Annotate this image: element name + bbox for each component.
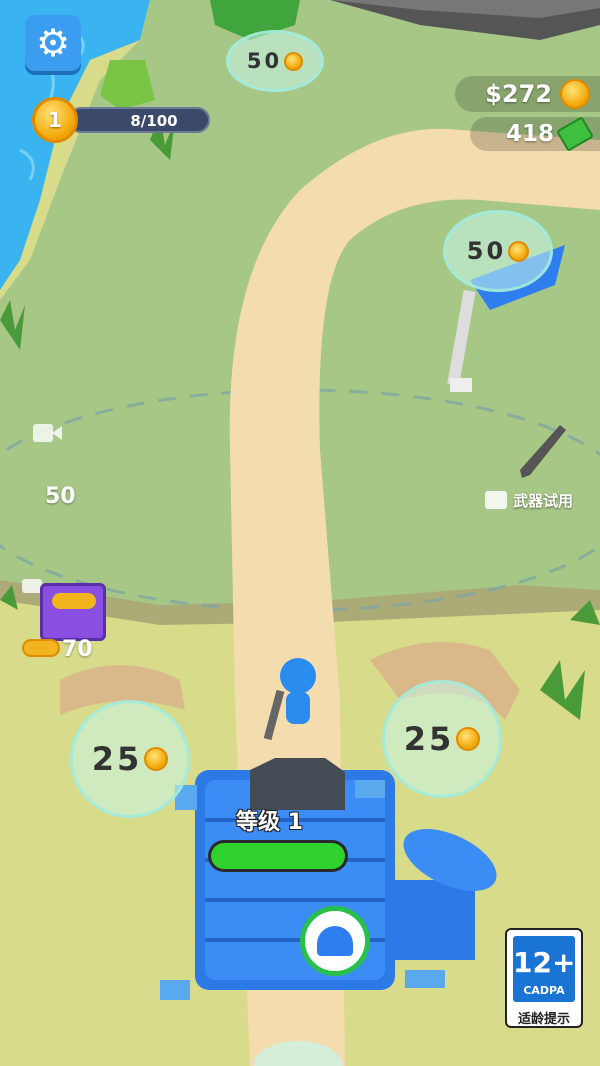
unlock-cost: 25 — [91, 740, 143, 778]
unlock-circle-flag[interactable]: 50 — [443, 210, 553, 292]
base-health-bar — [208, 840, 348, 872]
coin-icon — [508, 240, 530, 262]
rating-org: CADPA — [523, 984, 565, 997]
cash-value: 418 — [505, 121, 554, 147]
cash-icon — [556, 116, 594, 152]
play-video-icon — [485, 491, 507, 509]
gear-icon: ⚙ — [35, 21, 71, 65]
level-number: 1 — [48, 108, 62, 132]
unlock-cost: 50 — [466, 237, 507, 265]
xp-progress-text: 8/100 — [130, 112, 178, 130]
unlock-circle-left[interactable]: 25 — [70, 700, 190, 818]
level-coin-badge: 1 — [32, 97, 78, 143]
player-level-panel: 8/100 1 — [32, 97, 210, 143]
base-level-label: 等级 1 — [236, 810, 303, 835]
coin-icon — [284, 51, 304, 71]
money-counter: $272 — [455, 76, 600, 112]
money-value: $272 — [485, 80, 552, 108]
ad-slot-value: 50 — [45, 484, 76, 509]
coin-icon — [456, 727, 481, 751]
weapon-trial-button[interactable]: 武器试用 — [485, 488, 600, 512]
play-video-icon — [22, 579, 42, 593]
weapon-trial-label: 武器试用 — [513, 491, 574, 510]
age-rating-badge: 12+ CADPA 适龄提示 — [505, 928, 583, 1028]
coin-icon — [560, 79, 590, 109]
base-upgrade-button[interactable] — [300, 906, 370, 976]
rating-note: 适龄提示 — [517, 1012, 570, 1027]
coin-icon — [22, 639, 60, 657]
base-icon — [317, 926, 353, 956]
cash-counter: 418 — [470, 116, 600, 152]
unlock-cost: 25 — [403, 720, 455, 758]
chest-value: 70 — [62, 637, 93, 662]
treasure-chest[interactable]: 70 — [22, 575, 112, 665]
coin-icon — [144, 747, 169, 771]
unlock-cost: 50 — [246, 49, 283, 73]
unlock-circle-right[interactable]: 25 — [382, 680, 502, 798]
settings-button[interactable]: ⚙ — [25, 15, 81, 71]
chest-icon — [40, 583, 106, 641]
age-rating: 12+ — [513, 946, 576, 979]
unlock-circle-top[interactable]: 50 — [226, 30, 324, 92]
game-scene — [0, 0, 600, 1066]
ad-video-icon[interactable] — [33, 421, 63, 445]
xp-bar: 8/100 — [68, 107, 210, 133]
